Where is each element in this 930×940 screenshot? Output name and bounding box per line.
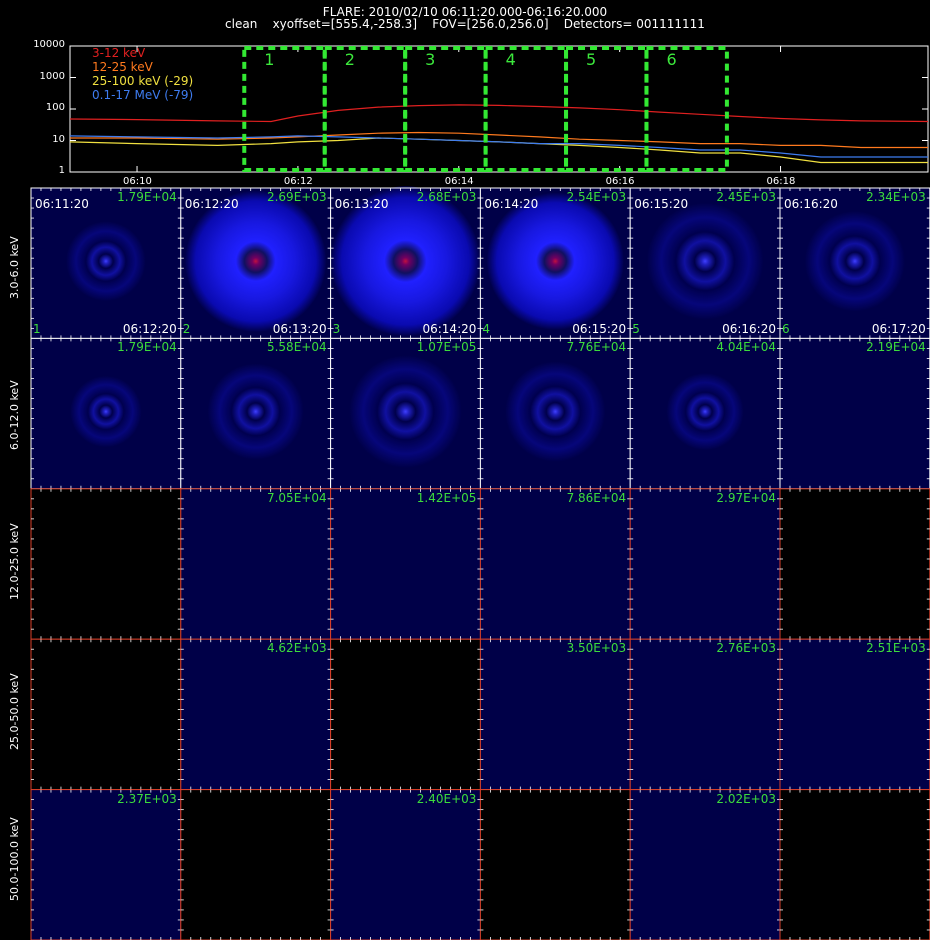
interval-index: 4 bbox=[482, 322, 491, 337]
peak-value: 2.40E+03 bbox=[416, 791, 477, 806]
image-cell bbox=[480, 488, 631, 640]
peak-value: 2.02E+03 bbox=[716, 791, 776, 806]
peak-value: 7.05E+04 bbox=[266, 490, 327, 505]
peak-value: 7.76E+04 bbox=[566, 340, 627, 355]
image-cell bbox=[180, 789, 331, 940]
image-cell bbox=[180, 639, 331, 790]
energy-band-label: 3.0-6.0 keV bbox=[8, 236, 21, 300]
interval-start-time: 06:14:20 bbox=[484, 197, 539, 211]
source-image bbox=[70, 375, 142, 448]
image-cell bbox=[480, 639, 631, 790]
peak-value: 2.45E+03 bbox=[716, 190, 776, 204]
image-cell bbox=[330, 789, 481, 940]
peak-value: 2.69E+03 bbox=[266, 190, 327, 204]
peak-value: 3.50E+03 bbox=[566, 641, 627, 656]
interval-end-time: 06:13:20 bbox=[272, 322, 327, 337]
image-cell bbox=[480, 789, 631, 940]
interval-start-time: 06:11:20 bbox=[35, 197, 89, 211]
interval-index: 2 bbox=[182, 322, 191, 337]
peak-value: 4.04E+04 bbox=[716, 340, 776, 355]
image-cell bbox=[780, 639, 930, 790]
peak-value: 1.42E+05 bbox=[416, 490, 477, 505]
image-cell bbox=[630, 639, 780, 790]
energy-band-label: 25.0-50.0 keV bbox=[8, 673, 21, 751]
image-cell bbox=[180, 488, 331, 640]
interval-start-time: 06:15:20 bbox=[634, 197, 689, 211]
interval-index: 5 bbox=[632, 322, 640, 337]
image-cell bbox=[630, 789, 780, 940]
interval-end-time: 06:12:20 bbox=[122, 322, 177, 337]
image-cell bbox=[31, 488, 181, 640]
interval-start-time: 06:16:20 bbox=[784, 197, 838, 211]
peak-value: 2.37E+03 bbox=[117, 791, 177, 806]
image-cell bbox=[630, 488, 780, 640]
interval-index: 3 bbox=[332, 322, 341, 337]
interval-end-time: 06:14:20 bbox=[422, 322, 477, 337]
peak-value: 2.97E+04 bbox=[716, 490, 776, 505]
image-cell bbox=[780, 789, 930, 940]
interval-end-time: 06:17:20 bbox=[871, 322, 926, 337]
interval-end-time: 06:15:20 bbox=[572, 322, 627, 337]
image-cell bbox=[780, 488, 930, 640]
source-image bbox=[349, 355, 462, 468]
interval-start-time: 06:12:20 bbox=[184, 197, 239, 211]
interval-index: 1 bbox=[33, 322, 41, 337]
energy-band-label: 12.0-25.0 keV bbox=[8, 523, 21, 600]
source-image bbox=[505, 361, 606, 462]
image-cell bbox=[31, 639, 181, 790]
peak-value: 2.34E+03 bbox=[866, 190, 926, 204]
peak-value: 5.58E+04 bbox=[266, 340, 327, 355]
interval-start-time: 06:13:20 bbox=[334, 197, 389, 211]
source-image bbox=[804, 211, 906, 312]
peak-value: 1.07E+05 bbox=[416, 340, 477, 355]
peak-value: 1.79E+04 bbox=[117, 340, 177, 355]
peak-value: 4.62E+03 bbox=[266, 641, 327, 656]
peak-value: 2.68E+03 bbox=[416, 190, 477, 204]
interval-end-time: 06:16:20 bbox=[722, 322, 776, 337]
image-cell bbox=[780, 338, 930, 489]
peak-value: 7.86E+04 bbox=[566, 490, 627, 505]
peak-value: 2.51E+03 bbox=[866, 641, 926, 656]
energy-band-label: 6.0-12.0 keV bbox=[8, 379, 21, 450]
peak-value: 1.79E+04 bbox=[117, 190, 177, 204]
source-image bbox=[184, 190, 327, 332]
peak-value: 2.76E+03 bbox=[716, 641, 776, 656]
source-image bbox=[207, 363, 304, 460]
source-image bbox=[646, 202, 764, 320]
peak-value: 2.54E+03 bbox=[566, 190, 627, 204]
interval-index: 6 bbox=[782, 322, 790, 337]
energy-band-label: 50.0-100.0 keV bbox=[8, 817, 21, 901]
source-image bbox=[666, 372, 744, 451]
peak-value: 2.19E+04 bbox=[866, 340, 926, 355]
source-image bbox=[66, 221, 146, 302]
image-cell bbox=[31, 789, 181, 940]
image-cell bbox=[330, 488, 481, 640]
image-cell bbox=[330, 639, 481, 790]
source-image bbox=[486, 192, 625, 330]
